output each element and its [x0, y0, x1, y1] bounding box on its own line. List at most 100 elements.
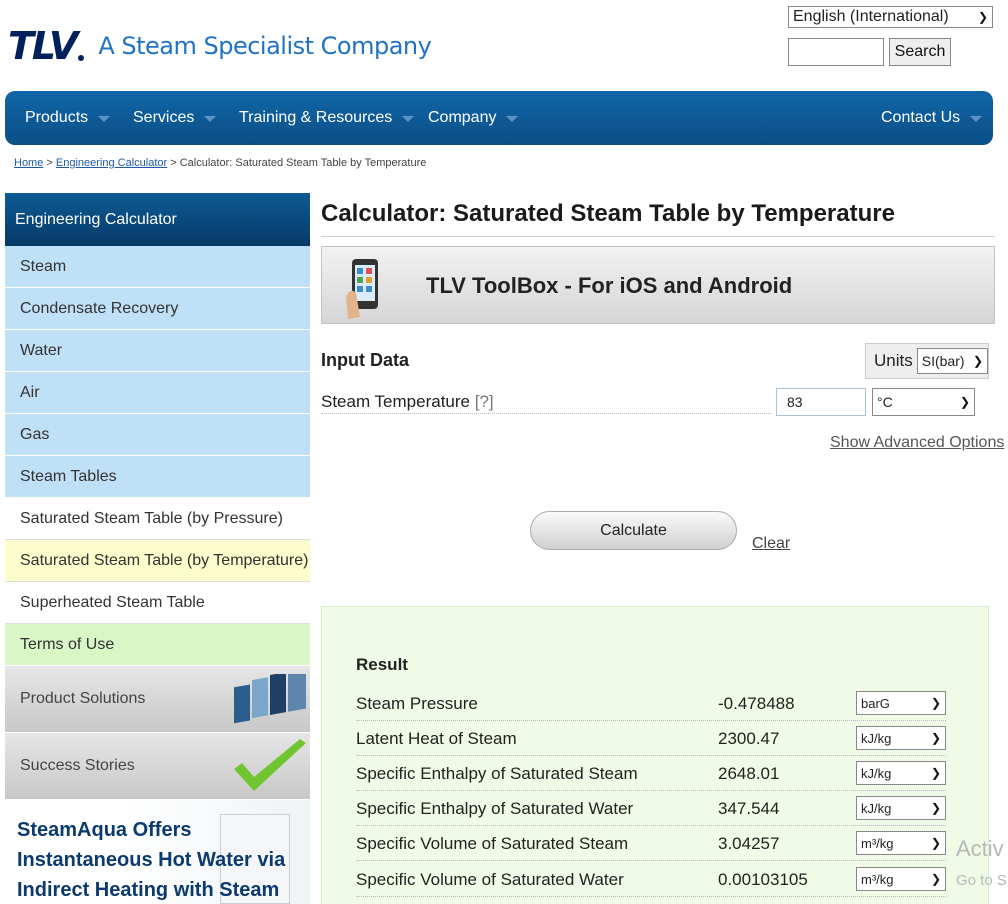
row-divider [321, 413, 771, 414]
temperature-unit-select[interactable]: °C ❯ [872, 388, 975, 416]
result-unit-select[interactable]: kJ/kg ❯ [856, 796, 946, 820]
sidebar-item-superheated[interactable]: Superheated Steam Table [5, 582, 310, 624]
sidebar-item-gas[interactable]: Gas [5, 414, 310, 456]
sidebar-product-solutions[interactable]: Product Solutions [5, 666, 310, 733]
main-nav: Products Services Training & Resources C… [5, 91, 993, 145]
promo-banner[interactable]: SteamAqua Offers Instantaneous Hot Water… [5, 800, 310, 904]
tlv-logo[interactable]: TLV A Steam Specialist Company [8, 24, 432, 68]
caret-down-icon [506, 116, 519, 122]
steam-temperature-label: Steam Temperature [?] [321, 392, 494, 412]
result-value: 2300.47 [718, 729, 780, 748]
logo-dot [78, 55, 85, 61]
result-unit-value: barG [861, 695, 890, 711]
activation-watermark: Activ [956, 836, 1004, 861]
sidebar-item-air[interactable]: Air [5, 372, 310, 414]
language-select[interactable]: English (International) ❯ [788, 6, 993, 28]
smartphone-icon [346, 259, 378, 319]
result-value: 0.00103105 [718, 870, 808, 889]
breadcrumb-current: Calculator: Saturated Steam Table by Tem… [179, 157, 427, 169]
nav-contact-label: Contact Us [881, 109, 961, 126]
result-row: Steam Pressure -0.478488 barG ❯ [356, 687, 946, 721]
nav-services-label: Services [133, 109, 195, 126]
result-row: Specific Enthalpy of Saturated Steam 264… [356, 757, 946, 791]
chevron-down-icon: ❯ [930, 766, 941, 780]
result-unit-select[interactable]: kJ/kg ❯ [856, 726, 946, 750]
caret-down-icon [98, 116, 111, 122]
breadcrumb-separator: > [167, 157, 180, 169]
toolbox-label: TLV ToolBox - For iOS and Android [426, 273, 793, 298]
steam-temperature-input[interactable]: 83 [776, 388, 866, 416]
nav-company-label: Company [428, 109, 497, 126]
chevron-down-icon: ❯ [930, 801, 941, 815]
result-panel: Result Steam Pressure -0.478488 barG ❯ La… [321, 606, 989, 904]
sidebar-item-condensate-recovery[interactable]: Condensate Recovery [5, 288, 310, 330]
result-label: Steam Pressure [356, 694, 478, 713]
result-value: 2648.01 [718, 764, 780, 783]
nav-products[interactable]: Products [25, 109, 111, 127]
breadcrumb-engineering-calculator[interactable]: Engineering Calculator [56, 157, 167, 169]
help-link[interactable]: [?] [475, 392, 494, 411]
units-value: SI(bar) [921, 353, 965, 369]
units-select[interactable]: SI(bar) ❯ [916, 348, 988, 374]
chevron-down-icon: ❯ [930, 696, 941, 710]
result-heading: Result [356, 655, 408, 674]
toolbox-banner[interactable]: TLV ToolBox - For iOS and Android [321, 246, 995, 324]
result-row: Specific Volume of Saturated Steam 3.042… [356, 827, 946, 861]
nav-training[interactable]: Training & Resources [239, 109, 415, 127]
logo-mark: TLV [8, 24, 78, 68]
chevron-down-icon: ❯ [977, 10, 988, 24]
activation-watermark-subtext: Go to S [956, 872, 1007, 889]
sidebar-item-terms-of-use[interactable]: Terms of Use [5, 624, 310, 666]
result-unit-select[interactable]: m³/kg ❯ [856, 867, 946, 891]
company-tagline: A Steam Specialist Company [98, 32, 432, 60]
success-stories-label: Success Stories [20, 757, 135, 774]
result-unit-value: m³/kg [861, 835, 894, 851]
nav-contact[interactable]: Contact Us [881, 109, 983, 127]
caret-down-icon [970, 116, 983, 122]
units-selector: Units SI(bar) ❯ [865, 343, 989, 379]
checkmark-icon [234, 739, 306, 791]
sidebar-header[interactable]: Engineering Calculator [5, 193, 310, 246]
result-unit-value: kJ/kg [861, 800, 892, 816]
sidebar-item-saturated-by-pressure[interactable]: Saturated Steam Table (by Pressure) [5, 498, 310, 540]
result-unit-select[interactable]: m³/kg ❯ [856, 831, 946, 855]
breadcrumb-separator: > [43, 157, 56, 169]
steam-temperature-text: Steam Temperature [321, 392, 470, 411]
result-unit-select[interactable]: kJ/kg ❯ [856, 761, 946, 785]
search-input[interactable] [788, 38, 884, 66]
result-row: Specific Volume of Saturated Water 0.001… [356, 863, 946, 897]
breadcrumb: Home > Engineering Calculator > Calculat… [14, 157, 426, 169]
show-advanced-options-link[interactable]: Show Advanced Options [830, 434, 1004, 452]
product-images-icon [234, 674, 306, 724]
sidebar-item-water[interactable]: Water [5, 330, 310, 372]
result-value: 3.04257 [718, 834, 780, 853]
sidebar-item-steam[interactable]: Steam [5, 246, 310, 288]
chevron-down-icon: ❯ [930, 872, 941, 886]
page-title: Calculator: Saturated Steam Table by Tem… [321, 200, 895, 227]
units-label: Units [874, 351, 913, 370]
product-solutions-label: Product Solutions [20, 690, 146, 707]
result-unit-select[interactable]: barG ❯ [856, 691, 946, 715]
result-unit-value: kJ/kg [861, 730, 892, 746]
result-label: Specific Enthalpy of Saturated Water [356, 799, 634, 818]
nav-company[interactable]: Company [428, 109, 519, 127]
result-unit-value: m³/kg [861, 871, 894, 887]
result-row: Specific Enthalpy of Saturated Water 347… [356, 792, 946, 826]
sidebar-item-steam-tables[interactable]: Steam Tables [5, 456, 310, 498]
sidebar-success-stories[interactable]: Success Stories [5, 733, 310, 800]
search-button[interactable]: Search [889, 38, 951, 66]
result-label: Specific Volume of Saturated Steam [356, 834, 629, 853]
clear-link[interactable]: Clear [752, 535, 790, 553]
nav-products-label: Products [25, 109, 89, 126]
nav-services[interactable]: Services [133, 109, 217, 127]
sidebar-item-saturated-by-temperature[interactable]: Saturated Steam Table (by Temperature) [5, 540, 310, 582]
language-value: English (International) [793, 8, 949, 25]
result-label: Specific Enthalpy of Saturated Steam [356, 764, 638, 783]
result-value: -0.478488 [718, 694, 795, 713]
caret-down-icon [204, 116, 217, 122]
promo-text: SteamAqua Offers Instantaneous Hot Water… [17, 819, 286, 901]
breadcrumb-home[interactable]: Home [14, 157, 43, 169]
result-unit-value: kJ/kg [861, 765, 892, 781]
calculate-button[interactable]: Calculate [530, 511, 737, 550]
result-label: Specific Volume of Saturated Water [356, 870, 624, 889]
